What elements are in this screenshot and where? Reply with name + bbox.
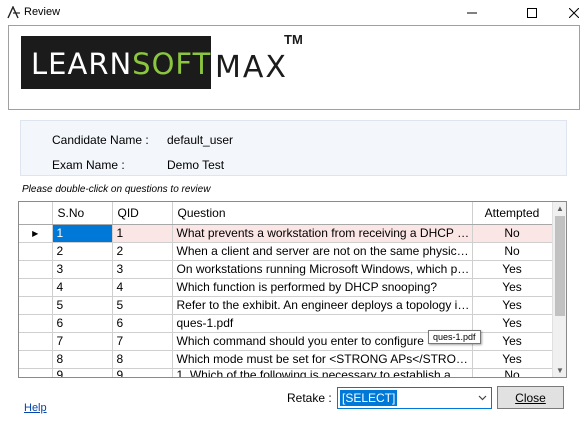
maximize-button[interactable] [509,0,555,25]
cell-sno[interactable]: 4 [52,278,113,297]
cell-question[interactable]: Which command should you enter to config… [172,332,473,351]
cell-attempted[interactable]: No [472,224,553,243]
cell-attempted[interactable]: Yes [472,296,553,315]
cell-sno[interactable]: 9 [52,368,113,377]
candidate-name-label: Candidate Name : [52,133,149,147]
cell-qid[interactable]: 8 [112,350,173,369]
cell-sno[interactable]: 6 [52,314,113,333]
close-icon [569,7,579,18]
cell-question[interactable]: When a client and server are not on the … [172,242,473,261]
table-row[interactable]: 5 5 Refer to the exhibit. An engineer de… [19,296,553,315]
cell-attempted[interactable]: Yes [472,332,553,351]
row-header[interactable] [19,350,53,369]
table-row[interactable]: 9 9 1. Which of the following is necessa… [19,368,553,377]
logo-panel: LEARNSOFT MAX TM [8,25,580,110]
row-pointer-icon: ▶ [32,228,39,238]
cell-question[interactable]: Which function is performed by DHCP snoo… [172,278,473,297]
logo-max-text: MAX [215,50,288,85]
window-title: Review [24,6,61,18]
cell-sno[interactable]: 8 [52,350,113,369]
cell-attempted[interactable]: No [472,368,553,377]
cell-qid[interactable]: 2 [112,242,173,261]
table-row[interactable]: 8 8 Which mode must be set for <STRONG A… [19,350,553,369]
column-header-sno[interactable]: S.No [52,202,113,225]
minimize-button[interactable] [449,0,495,25]
cell-attempted[interactable]: Yes [472,350,553,369]
column-header-question[interactable]: Question [172,202,473,225]
cell-question[interactable]: What prevents a workstation from receivi… [172,224,473,243]
retake-selected-value: [SELECT] [340,390,398,406]
cell-sno[interactable]: 3 [52,260,113,279]
cell-attempted[interactable]: No [472,242,553,261]
cell-question[interactable]: Which mode must be set for <STRONG APs</… [172,350,473,369]
grid-vertical-scrollbar[interactable]: ▲ ▼ [552,202,566,377]
close-button[interactable]: Close [497,386,564,409]
cell-qid[interactable]: 1 [112,224,173,243]
cell-sno[interactable]: 2 [52,242,113,261]
candidate-name-value: default_user [167,133,234,147]
cell-question[interactable]: ques-1.pdf [172,314,473,333]
close-window-button[interactable] [551,0,587,25]
grid-header-row: S.No QID Question Attempted [19,202,553,225]
logo-badge: LEARNSOFT [21,36,211,89]
review-hint: Please double-click on questions to revi… [22,184,211,195]
row-header[interactable] [19,242,53,261]
cell-attempted[interactable]: Yes [472,314,553,333]
cell-qid[interactable]: 3 [112,260,173,279]
row-header[interactable] [19,296,53,315]
scrollbar-thumb[interactable] [555,216,565,316]
row-header[interactable]: ▶ [19,224,53,243]
row-header[interactable] [19,314,53,333]
cell-qid[interactable]: 6 [112,314,173,333]
exam-name-value: Demo Test [167,158,225,172]
questions-grid[interactable]: S.No QID Question Attempted ▶ 1 1 What p… [18,201,567,378]
retake-label: Retake : [287,391,332,405]
cell-attempted[interactable]: Yes [472,260,553,279]
cell-question[interactable]: Refer to the exhibit. An engineer deploy… [172,296,473,315]
table-row[interactable]: ▶ 1 1 What prevents a workstation from r… [19,224,553,243]
cell-sno[interactable]: 5 [52,296,113,315]
cell-sno[interactable]: 1 [52,224,113,243]
scroll-down-icon[interactable]: ▼ [556,366,564,375]
cell-qid[interactable]: 9 [112,368,173,377]
row-header[interactable] [19,332,53,351]
cell-qid[interactable]: 7 [112,332,173,351]
row-header[interactable] [19,368,53,377]
maximize-icon [527,7,537,18]
candidate-info-panel: Candidate Name : default_user Exam Name … [20,120,567,176]
cell-qid[interactable]: 4 [112,278,173,297]
column-header-attempted[interactable]: Attempted [472,202,553,225]
retake-dropdown[interactable]: [SELECT] [337,387,492,409]
table-row[interactable]: 2 2 When a client and server are not on … [19,242,553,261]
row-header[interactable] [19,278,53,297]
cell-tooltip: ques-1.pdf [428,330,481,344]
app-logo-icon [7,6,20,19]
scroll-up-icon[interactable]: ▲ [556,204,564,213]
exam-name-label: Exam Name : [52,158,125,172]
cell-question[interactable]: On workstations running Microsoft Window… [172,260,473,279]
cell-sno[interactable]: 7 [52,332,113,351]
cell-attempted[interactable]: Yes [472,278,553,297]
help-link[interactable]: Help [24,402,47,414]
row-header[interactable] [19,260,53,279]
column-header-qid[interactable]: QID [112,202,173,225]
logo-text: LEARNSOFT [31,47,212,81]
chevron-down-icon [478,395,487,401]
row-header-corner [19,202,53,225]
trademark-mark: TM [284,32,303,47]
cell-question[interactable]: 1. Which of the following is necessary t… [172,368,473,377]
minimize-icon [467,12,477,13]
table-row[interactable]: 4 4 Which function is performed by DHCP … [19,278,553,297]
title-bar: Review [0,0,587,25]
table-row[interactable]: 3 3 On workstations running Microsoft Wi… [19,260,553,279]
cell-qid[interactable]: 5 [112,296,173,315]
